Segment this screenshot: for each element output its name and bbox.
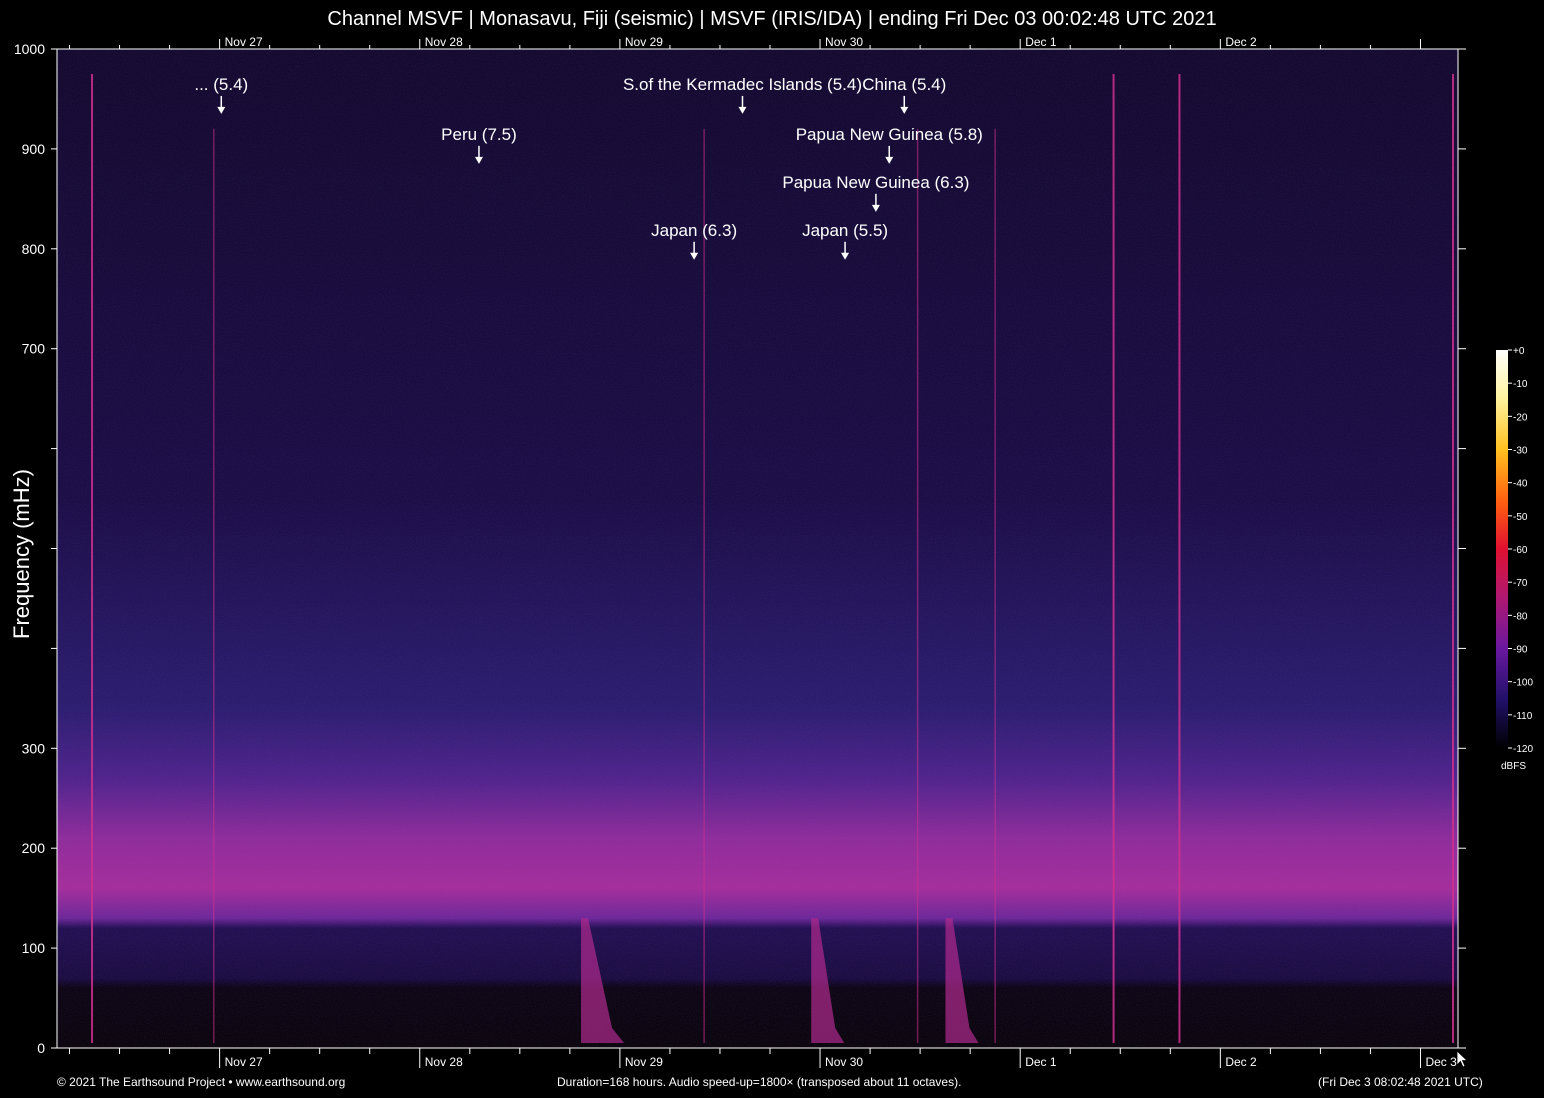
x-tick-label: Nov 29 (625, 1055, 663, 1069)
colorbar: +0 -10 -20 -30 -40 -50 -60 -70 -80 -90 -100 -110 -12… (1496, 346, 1533, 755)
colorbar-tick-label: -40 (1513, 479, 1528, 490)
annotation-label: Papua New Guinea (5.8) (796, 125, 983, 144)
x-tick-top-label: Nov 30 (825, 35, 863, 49)
colorbar-tick-label: -70 (1513, 578, 1528, 589)
colorbar-ticks: +0 -10 -20 -30 -40 -50 -60 -70 -80 -90 -100 -110 -12… (1508, 346, 1533, 755)
x-tick-top-label: Dec 2 (1225, 35, 1257, 49)
x-tick-label: Nov 28 (425, 1055, 463, 1069)
x-tick-top-label: Nov 29 (625, 35, 663, 49)
y-tick-label: 300 (22, 740, 46, 756)
footer-copyright: © 2021 The Earthsound Project • www.eart… (57, 1075, 346, 1089)
colorbar-tick-label: -60 (1513, 545, 1528, 556)
annotation-label: Japan (6.3) (651, 221, 737, 240)
annotation-label: Japan (5.5) (802, 221, 888, 240)
annotation-label: China (5.4) (862, 75, 946, 94)
y-axis-label: Frequency (mHz) (9, 469, 34, 639)
y-tick-label: 700 (22, 341, 46, 357)
x-tick-label: Dec 1 (1025, 1055, 1057, 1069)
x-tick-top-label: Nov 28 (425, 35, 463, 49)
x-tick-label: Nov 30 (825, 1055, 863, 1069)
colorbar-unit-label: dBFS (1501, 761, 1527, 772)
colorbar-tick-label: -80 (1513, 611, 1528, 622)
annotation-label: Papua New Guinea (6.3) (782, 173, 969, 192)
x-axis-ticks-top: Nov 27 Nov 28 Nov 29 Nov 30 Dec 1 Dec 2 (69, 35, 1421, 49)
y-tick-label: 1000 (14, 41, 45, 57)
y-tick-label: 0 (37, 1040, 45, 1056)
colorbar-tick-label: -30 (1513, 446, 1528, 457)
annotation-label: ... (5.4) (194, 75, 248, 94)
colorbar-tick-label: -50 (1513, 512, 1528, 523)
colorbar-tick-label: -100 (1513, 678, 1533, 689)
x-tick-top-label: Dec 1 (1025, 35, 1057, 49)
colorbar-tick-label: +0 (1513, 346, 1525, 357)
x-tick-top-label: Nov 27 (225, 35, 263, 49)
plot-area (57, 49, 1458, 1048)
y-tick-label: 200 (22, 840, 46, 856)
spectrogram-chart: 01002003007008009001000 Nov 27 Nov 28 Nov … (14, 35, 1534, 1069)
footer-timestamp: (Fri Dec 3 08:02:48 2021 UTC) (1318, 1075, 1483, 1089)
colorbar-tick-label: -10 (1513, 379, 1528, 390)
colorbar-tick-label: -120 (1513, 744, 1533, 755)
x-tick-label: Dec 2 (1225, 1055, 1257, 1069)
spectrogram-noise-texture (57, 49, 1458, 1048)
annotation-label: S.of the Kermadec Islands (5.4) (623, 75, 862, 94)
colorbar-tick-label: -110 (1513, 711, 1533, 722)
x-tick-label: Nov 27 (225, 1055, 263, 1069)
annotation-label: Peru (7.5) (441, 125, 517, 144)
x-axis-ticks-bottom: Nov 27 Nov 28 Nov 29 Nov 30 Dec 1 Dec 2 Dec 3 (69, 1048, 1457, 1069)
footer-duration-info: Duration=168 hours. Audio speed-up=1800×… (557, 1075, 962, 1089)
colorbar-gradient-strip (1496, 350, 1508, 748)
colorbar-tick-label: -20 (1513, 412, 1528, 423)
mouse-cursor-icon (1456, 1050, 1469, 1068)
y-tick-label: 900 (22, 141, 46, 157)
x-tick-label: Dec 3 (1425, 1055, 1457, 1069)
y-tick-label: 100 (22, 940, 46, 956)
y-tick-label: 800 (22, 241, 46, 257)
colorbar-tick-label: -90 (1513, 645, 1528, 656)
